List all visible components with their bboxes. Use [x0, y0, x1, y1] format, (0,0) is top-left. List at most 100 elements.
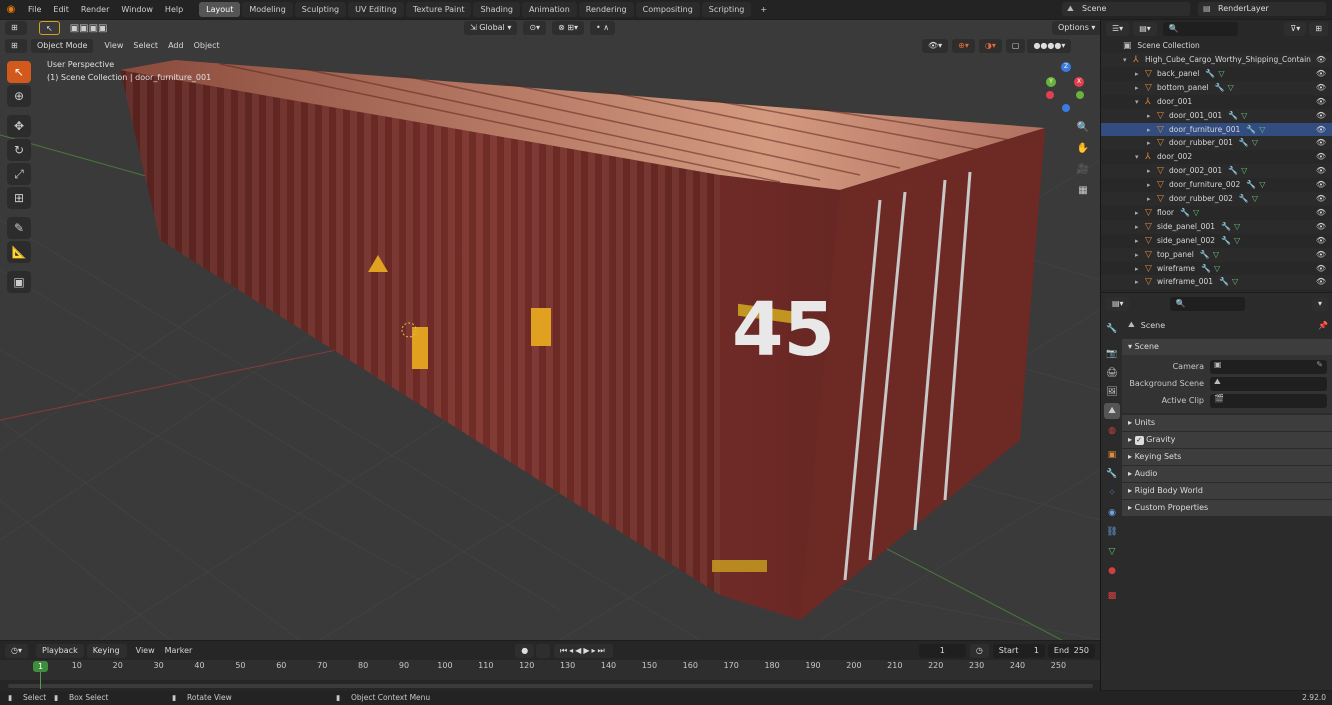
properties-editor-type[interactable]: ▤▾ — [1106, 297, 1130, 311]
visibility-eye-icon[interactable]: 👁 — [1316, 234, 1326, 248]
expand-down-icon[interactable]: ▾ — [1135, 95, 1145, 109]
gravity-checkbox[interactable]: ✓ — [1134, 436, 1144, 445]
auto-key-options[interactable] — [536, 644, 550, 658]
tab-rendering[interactable]: Rendering — [578, 2, 634, 17]
outliner-item[interactable]: ▸ ▽ door_rubber_001 🔧 ▽ 👁 — [1101, 136, 1332, 151]
end-frame-field[interactable]: End 250 — [1047, 644, 1096, 658]
wrench-icon[interactable]: 🔧 — [1205, 69, 1215, 78]
gizmo-toggle-icon[interactable]: ⊕▾ — [952, 39, 975, 53]
timeline-menu-marker[interactable]: Marker — [160, 644, 198, 658]
mesh-data-icon[interactable]: ▽ — [1252, 138, 1258, 147]
timeline-scrollbar[interactable] — [8, 684, 1093, 688]
expand-right-icon[interactable]: ▸ — [1147, 192, 1157, 206]
expand-down-icon[interactable]: ▾ — [1135, 150, 1145, 164]
visibility-eye-icon[interactable]: 👁 — [1316, 123, 1326, 137]
gizmo-neg-y[interactable] — [1076, 91, 1084, 99]
rigid-body-world-panel-header[interactable]: ▸ Rigid Body World — [1122, 483, 1332, 499]
display-mode-icon[interactable]: ▤▾ — [1133, 22, 1157, 36]
properties-search-input[interactable]: 🔍 — [1169, 297, 1245, 311]
mesh-data-icon[interactable]: ▽ — [1228, 83, 1234, 92]
tab-sculpting[interactable]: Sculpting — [294, 2, 347, 17]
wrench-icon[interactable]: 🔧 — [1200, 250, 1210, 259]
expand-right-icon[interactable]: ▸ — [1147, 164, 1157, 178]
preview-range-icon[interactable]: ◷ — [969, 644, 989, 658]
add-workspace-button[interactable]: + — [753, 2, 774, 17]
mesh-data-icon[interactable]: ▽ — [1241, 111, 1247, 120]
shading-mode-icons[interactable]: ●●●●▾ — [1027, 39, 1072, 53]
units-panel-header[interactable]: ▸ Units — [1122, 415, 1332, 431]
outliner-item[interactable]: ▸ ▽ side_panel_001 🔧 ▽ 👁 — [1101, 219, 1332, 234]
physics-tab[interactable]: ◉ — [1104, 505, 1120, 521]
start-frame-field[interactable]: Start 1 — [992, 644, 1045, 658]
menu-file[interactable]: File — [22, 0, 47, 19]
tab-uv-editing[interactable]: UV Editing — [348, 2, 404, 17]
transform-tool[interactable]: ⊞ — [7, 187, 31, 209]
blender-logo-icon[interactable]: ◉ — [0, 4, 22, 15]
3d-viewport[interactable]: 45 — [0, 20, 1100, 640]
wrench-icon[interactable]: 🔧 — [1221, 236, 1231, 245]
view-layer-selector[interactable]: ▤ RenderLayer — [1198, 2, 1326, 16]
outliner-item[interactable]: ▾ ⅄ door_002 👁 — [1101, 150, 1332, 164]
new-collection-icon[interactable]: ⊞ — [1309, 22, 1328, 36]
outliner-item[interactable]: ▸ ▽ side_panel_002 🔧 ▽ 👁 — [1101, 234, 1332, 248]
wrench-icon[interactable]: 🔧 — [1239, 194, 1249, 203]
tab-texture-paint[interactable]: Texture Paint — [405, 2, 472, 17]
visibility-eye-icon[interactable]: 👁 — [1316, 150, 1326, 164]
gizmo-neg-z[interactable] — [1062, 104, 1070, 112]
xray-toggle-icon[interactable]: ▢ — [1005, 39, 1026, 53]
mesh-data-icon[interactable]: ▽ — [1213, 250, 1219, 259]
expand-right-icon[interactable]: ▸ — [1135, 275, 1145, 289]
playhead-line[interactable] — [40, 671, 41, 689]
object-mode-dropdown[interactable]: Object Mode — [31, 39, 94, 53]
gizmo-z-axis[interactable]: Z — [1061, 62, 1071, 72]
tab-layout[interactable]: Layout — [199, 2, 241, 17]
keying-dropdown[interactable]: Keying ▾ — [86, 644, 127, 669]
gizmo-x-axis[interactable]: X — [1074, 77, 1084, 87]
outliner-item[interactable]: ▾ ⅄ High_Cube_Cargo_Worthy_Shipping_Contai… — [1101, 53, 1332, 67]
record-button[interactable]: ● — [515, 644, 535, 658]
scene-selector[interactable]: ⛰ Scene — [1062, 2, 1190, 16]
cursor-tool[interactable]: ⊕ — [7, 85, 31, 107]
pan-hand-icon[interactable]: ✋ — [1074, 139, 1092, 157]
timeline-editor-type[interactable]: ◷▾ — [5, 644, 28, 658]
outliner-item[interactable]: ▾ ⅄ door_001 👁 — [1101, 95, 1332, 109]
move-tool[interactable]: ✥ — [7, 115, 31, 137]
gizmo-y-axis[interactable]: Y — [1046, 77, 1056, 87]
audio-panel-header[interactable]: ▸ Audio — [1122, 466, 1332, 482]
wrench-icon[interactable]: 🔧 — [1219, 277, 1229, 286]
camera-field[interactable]: ▣ ✎ — [1210, 360, 1327, 374]
gravity-panel-header[interactable]: ▸ ✓ Gravity — [1122, 432, 1332, 448]
annotate-tool[interactable]: ✎ — [7, 217, 31, 239]
orientation-dropdown[interactable]: ⇲ Global ▾ — [464, 21, 518, 35]
wrench-icon[interactable]: 🔧 — [1239, 138, 1249, 147]
outliner-item[interactable]: ▸ ▽ wireframe_001 🔧 ▽ 👁 — [1101, 275, 1332, 290]
outliner-item[interactable]: ▸ ▽ floor 🔧 ▽ 👁 — [1101, 206, 1332, 220]
visibility-eye-icon[interactable]: 👁 — [1316, 206, 1326, 220]
particles-tab[interactable]: ⁘ — [1104, 485, 1120, 501]
outliner-item[interactable]: ▸ ▽ door_furniture_001 🔧 ▽ 👁 — [1101, 122, 1332, 137]
view-layer-tab[interactable]: 🖼 — [1104, 384, 1120, 400]
visibility-eye-icon[interactable]: 👁 — [1316, 136, 1326, 150]
expand-down-icon[interactable]: ▾ — [1123, 53, 1133, 67]
tool-settings-button[interactable]: ⊞ — [5, 21, 27, 35]
outliner-editor-type[interactable]: ☰▾ — [1106, 22, 1130, 36]
expand-right-icon[interactable]: ▸ — [1135, 67, 1145, 81]
playhead-frame-marker[interactable]: 1 — [33, 661, 48, 672]
outliner-search-input[interactable]: 🔍 — [1162, 22, 1238, 36]
eyedropper-icon[interactable]: ✎ — [1316, 360, 1323, 369]
mesh-data-icon[interactable]: ▽ — [1232, 277, 1238, 286]
playback-controls[interactable]: ⏮◂◀▶▸⏭ — [553, 644, 613, 658]
scene-collection-row[interactable]: ▣ Scene Collection — [1101, 39, 1332, 53]
mesh-data-icon[interactable]: ▽ — [1259, 125, 1265, 134]
snap-icon[interactable]: ⊗ ⊞▾ — [552, 21, 585, 35]
mesh-data-icon[interactable]: ▽ — [1252, 194, 1258, 203]
menu-help[interactable]: Help — [159, 0, 189, 19]
filter-icon[interactable]: ⊽▾ — [1284, 22, 1307, 36]
outliner-item[interactable]: ▸ ▽ wireframe 🔧 ▽ 👁 — [1101, 262, 1332, 276]
scene-panel-header[interactable]: ▾ Scene — [1122, 339, 1332, 355]
add-cube-tool[interactable]: ▣ — [7, 271, 31, 293]
mesh-data-icon[interactable]: ▽ — [1241, 166, 1247, 175]
zoom-icon[interactable]: 🔍 — [1074, 118, 1092, 136]
mesh-data-icon[interactable]: ▽ — [1193, 208, 1199, 217]
wrench-icon[interactable]: 🔧 — [1215, 83, 1225, 92]
